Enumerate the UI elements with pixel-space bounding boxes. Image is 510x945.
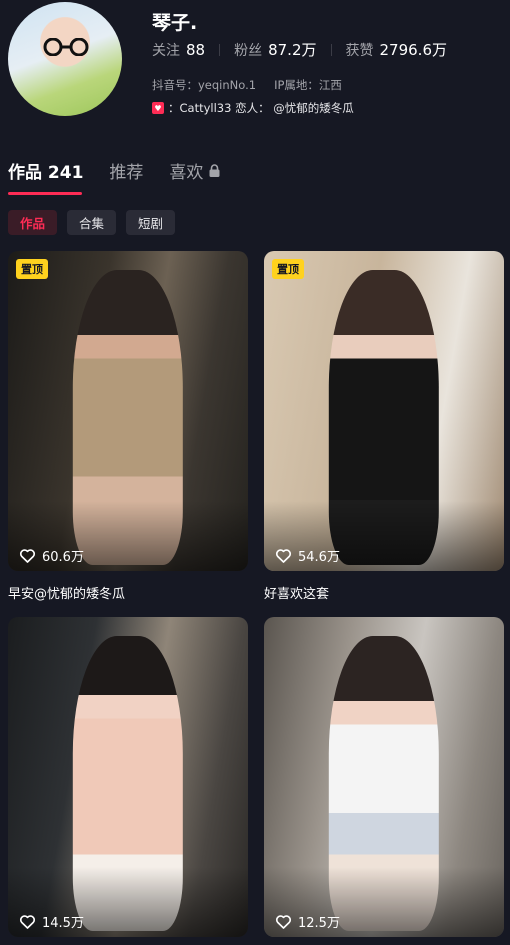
video-likes: 12.5万 <box>275 912 340 931</box>
video-card[interactable]: 置顶 54.6万 <box>264 251 504 571</box>
bio-text[interactable]: ：Cattyll33 恋人： @忧郁的矮冬瓜 <box>168 100 354 116</box>
profile-name: 琴子. <box>152 12 198 34</box>
video-likes: 60.6万 <box>19 546 84 565</box>
video-caption[interactable]: 好喜欢这套 <box>264 583 329 602</box>
tab-recommend[interactable]: 推荐 <box>109 158 143 183</box>
active-tab-indicator <box>8 192 82 195</box>
video-card[interactable]: 14.5万 <box>8 617 248 937</box>
video-likes-count: 54.6万 <box>298 550 340 565</box>
avatar[interactable] <box>8 2 122 116</box>
following-label: 关注 <box>152 42 180 59</box>
glasses-icon <box>43 38 89 56</box>
video-card[interactable]: 12.5万 <box>264 617 504 937</box>
video-likes-count: 60.6万 <box>42 550 84 565</box>
pinned-badge: 置顶 <box>272 259 304 279</box>
tab-recommend-label: 推荐 <box>109 163 144 183</box>
following-count[interactable]: 88 <box>186 41 205 59</box>
pinned-badge: 置顶 <box>16 259 48 279</box>
tab-works[interactable]: 作品 241 <box>8 158 83 183</box>
video-likes: 54.6万 <box>275 546 340 565</box>
profile-bio: ♥ ：Cattyll33 恋人： @忧郁的矮冬瓜 <box>152 100 354 116</box>
profile-page: 琴子. 关注 88 粉丝 87.2万 获赞 2796.6万 抖音号：yeqinN… <box>0 0 510 945</box>
followers-label: 粉丝 <box>234 42 263 59</box>
divider <box>219 43 221 56</box>
tab-likes-label: 喜欢 <box>169 163 204 183</box>
video-caption[interactable]: 早安@忧郁的矮冬瓜 <box>8 583 125 602</box>
tab-likes[interactable]: 喜欢 <box>169 158 220 183</box>
heart-icon <box>19 549 36 563</box>
video-likes-count: 12.5万 <box>298 916 340 931</box>
chip-collections[interactable]: 合集 <box>67 210 117 235</box>
couple-badge-icon: ♥ <box>152 102 164 114</box>
followers-count[interactable]: 87.2万 <box>268 39 316 60</box>
likes-count: 2796.6万 <box>379 41 448 59</box>
chip-works[interactable]: 作品 <box>8 210 58 235</box>
douyin-id: 抖音号：yeqinNo.1 <box>152 78 257 92</box>
heart-icon <box>19 915 36 929</box>
profile-tabs: 作品 241 推荐 喜欢 <box>8 158 246 183</box>
heart-icon <box>275 915 292 929</box>
video-likes: 14.5万 <box>19 912 84 931</box>
lock-icon <box>209 164 220 177</box>
heart-icon <box>275 549 292 563</box>
chip-short-dramas[interactable]: 短剧 <box>126 210 176 235</box>
tab-works-label: 作品 241 <box>8 163 84 183</box>
profile-meta: 抖音号：yeqinNo.1 IP属地：江西 <box>152 77 342 93</box>
profile-stats: 关注 88 粉丝 87.2万 获赞 2796.6万 <box>152 39 447 60</box>
works-filter-chips: 作品 合集 短剧 <box>8 210 185 235</box>
ip-location: IP属地：江西 <box>274 78 342 92</box>
divider <box>330 43 332 56</box>
video-card[interactable]: 置顶 60.6万 <box>8 251 248 571</box>
likes-label: 获赞 <box>345 42 374 59</box>
video-likes-count: 14.5万 <box>42 916 84 931</box>
